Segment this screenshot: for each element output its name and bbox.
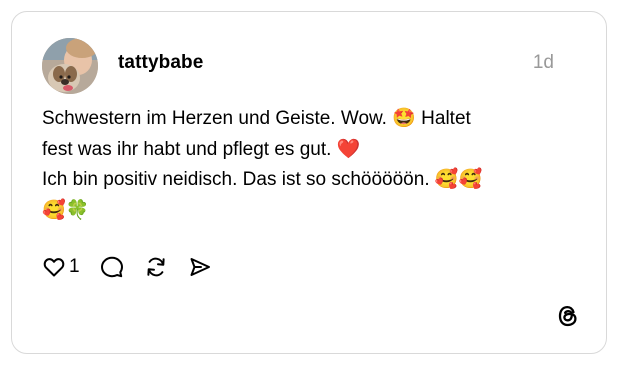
send-icon bbox=[190, 258, 210, 276]
repost-button[interactable] bbox=[144, 255, 168, 279]
username[interactable]: tattybabe bbox=[118, 52, 203, 74]
comment-bubble-icon bbox=[100, 256, 123, 278]
post-text-line: Schwestern im Herzen und Geiste. Wow. 🤩 … bbox=[42, 108, 471, 129]
avatar[interactable] bbox=[42, 38, 98, 94]
share-button[interactable] bbox=[188, 255, 212, 279]
timestamp[interactable]: 1d bbox=[533, 52, 554, 74]
post-card[interactable]: tattybabe 1d Schwestern im Herzen und Ge… bbox=[11, 11, 607, 354]
heart-icon bbox=[43, 258, 65, 277]
comment-button[interactable] bbox=[100, 255, 124, 279]
avatar-image bbox=[42, 38, 98, 94]
action-bar: 1 bbox=[42, 253, 232, 281]
threads-logo-icon[interactable] bbox=[556, 304, 580, 328]
post-text: Schwestern im Herzen und Geiste. Wow. 🤩 … bbox=[42, 104, 562, 226]
like-count: 1 bbox=[69, 256, 80, 277]
post-text-line: 🥰🍀 bbox=[42, 199, 90, 221]
like-button[interactable]: 1 bbox=[42, 255, 80, 279]
post-text-line: fest was ihr habt und pflegt es gut. ❤️ bbox=[42, 138, 361, 160]
post-text-line: Ich bin positiv neidisch. Das ist so sch… bbox=[42, 169, 483, 190]
repost-icon bbox=[146, 257, 165, 277]
